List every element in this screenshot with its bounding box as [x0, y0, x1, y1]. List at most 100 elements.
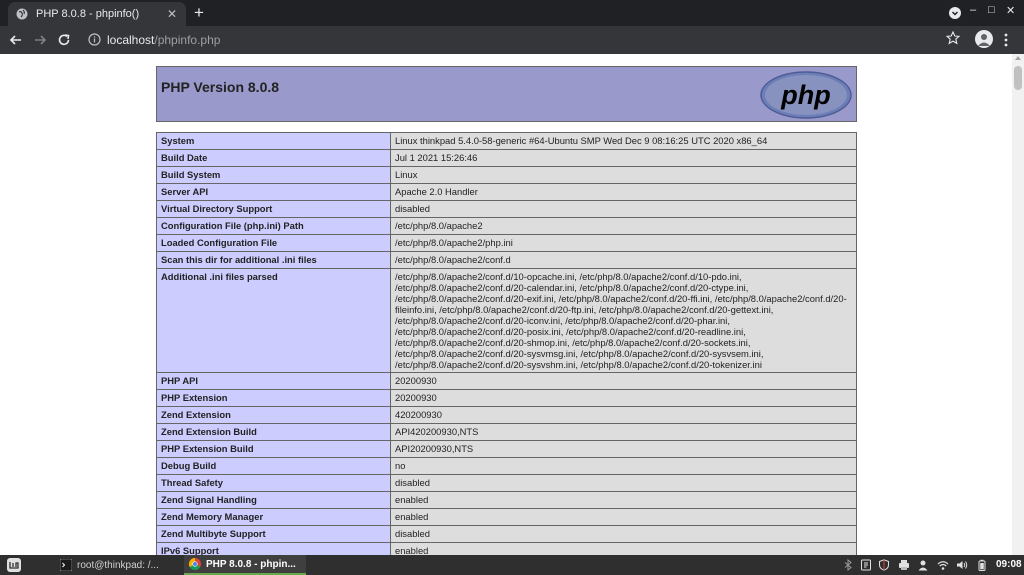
info-key: Server API: [156, 183, 391, 201]
info-key: Additional .ini files parsed: [156, 268, 391, 373]
scrollbar-thumb[interactable]: [1014, 66, 1022, 90]
taskbar-item-terminal[interactable]: root@thinkpad: /...: [56, 555, 178, 575]
profile-avatar[interactable]: [975, 30, 993, 48]
table-row: Build Date Jul 1 2021 15:26:46: [156, 149, 857, 167]
page-scrollbar[interactable]: [1012, 54, 1024, 555]
info-key: PHP Extension Build: [156, 440, 391, 458]
taskbar-item-chrome[interactable]: PHP 8.0.8 - phpin...: [184, 555, 306, 575]
mint-menu-icon[interactable]: [6, 557, 22, 573]
forward-arrow-icon[interactable]: [31, 31, 49, 49]
table-row: PHP Extension 20200930: [156, 389, 857, 407]
taskbar-clock: 09:08: [996, 559, 1022, 570]
info-key: Build System: [156, 166, 391, 184]
table-row: Build System Linux: [156, 166, 857, 184]
reload-icon[interactable]: [55, 31, 73, 49]
info-key: Zend Signal Handling: [156, 491, 391, 509]
table-row: IPv6 Support enabled: [156, 542, 857, 555]
globe-icon: [16, 8, 28, 20]
window-close-button[interactable]: ✕: [1006, 4, 1015, 17]
info-key: Thread Safety: [156, 474, 391, 492]
table-row: System Linux thinkpad 5.4.0-58-generic #6…: [156, 132, 857, 150]
info-value: API20200930,NTS: [390, 440, 857, 458]
menu-kebab-icon[interactable]: [1003, 31, 1009, 49]
info-key: Scan this dir for additional .ini files: [156, 251, 391, 269]
info-key: Build Date: [156, 149, 391, 167]
info-value: Linux: [390, 166, 857, 184]
info-value: no: [390, 457, 857, 475]
tab-title: PHP 8.0.8 - phpinfo(): [36, 8, 140, 20]
page-title: PHP Version 8.0.8: [161, 79, 280, 95]
info-value: Apache 2.0 Handler: [390, 183, 857, 201]
info-value: 20200930: [390, 372, 857, 390]
info-value: /etc/php/8.0/apache2/conf.d: [390, 251, 857, 269]
table-row: Additional .ini files parsed/etc/php/8.0…: [156, 268, 857, 373]
taskbar-chrome-label: PHP 8.0.8 - phpin...: [206, 558, 296, 570]
table-row: Zend Extension 420200930: [156, 406, 857, 424]
info-value: enabled: [390, 508, 857, 526]
table-row: Server API Apache 2.0 Handler: [156, 183, 857, 201]
wifi-icon[interactable]: [937, 559, 949, 571]
php-logo-text: php: [780, 80, 830, 110]
table-row: Zend Memory Manager enabled: [156, 508, 857, 526]
back-arrow-icon[interactable]: [7, 31, 25, 49]
address-bar[interactable]: localhost/phpinfo.php: [82, 29, 972, 51]
table-row: Thread Safety disabled: [156, 474, 857, 492]
info-value: disabled: [390, 525, 857, 543]
shield-icon[interactable]: [878, 559, 890, 571]
user-icon[interactable]: [917, 559, 929, 571]
bookmark-star-icon[interactable]: [946, 31, 960, 45]
tab-close-icon[interactable]: ✕: [166, 7, 178, 21]
info-value: /etc/php/8.0/apache2/php.ini: [390, 234, 857, 252]
info-key: Debug Build: [156, 457, 391, 475]
taskbar-terminal-label: root@thinkpad: /...: [77, 559, 159, 571]
table-row: PHP API 20200930: [156, 372, 857, 390]
info-key: Loaded Configuration File: [156, 234, 391, 252]
browser-tab[interactable]: PHP 8.0.8 - phpinfo() ✕: [8, 2, 186, 26]
info-value: Linux thinkpad 5.4.0-58-generic #64-Ubun…: [390, 132, 857, 150]
info-key: Zend Multibyte Support: [156, 525, 391, 543]
printer-icon[interactable]: [898, 559, 910, 571]
chrome-icon: [189, 558, 201, 570]
info-key: System: [156, 132, 391, 150]
phpinfo-table: System Linux thinkpad 5.4.0-58-generic #6…: [156, 132, 857, 555]
table-row: PHP Extension Build API20200930,NTS: [156, 440, 857, 458]
table-row: Debug Build no: [156, 457, 857, 475]
tab-search-icon[interactable]: [949, 7, 961, 19]
table-row: Virtual Directory Support disabled: [156, 200, 857, 218]
volume-icon[interactable]: [956, 559, 968, 571]
table-row: Loaded Configuration File/etc/php/8.0/ap…: [156, 234, 857, 252]
url-path: /phpinfo.php: [154, 33, 221, 47]
info-value: Jul 1 2021 15:26:46: [390, 149, 857, 167]
info-icon[interactable]: [88, 33, 101, 46]
info-key: PHP Extension: [156, 389, 391, 407]
info-key: Virtual Directory Support: [156, 200, 391, 218]
table-row: Zend Signal Handling enabled: [156, 491, 857, 509]
info-value: disabled: [390, 474, 857, 492]
profile-person-icon: [978, 34, 990, 46]
window-minimize-button[interactable]: –: [970, 4, 976, 16]
info-value: /etc/php/8.0/apache2/conf.d/10-opcache.i…: [390, 268, 857, 373]
browser-tab-bar: PHP 8.0.8 - phpinfo() ✕ + – □ ✕: [0, 0, 1024, 26]
info-key: Zend Memory Manager: [156, 508, 391, 526]
scroll-up-arrow-icon[interactable]: [1015, 56, 1021, 60]
bluetooth-icon[interactable]: [842, 559, 854, 571]
info-value: enabled: [390, 491, 857, 509]
php-logo: php: [760, 71, 852, 119]
info-key: Configuration File (php.ini) Path: [156, 217, 391, 235]
browser-toolbar: localhost/phpinfo.php: [0, 26, 1024, 54]
info-key: IPv6 Support: [156, 542, 391, 555]
url-text[interactable]: localhost/phpinfo.php: [107, 33, 220, 47]
info-value: disabled: [390, 200, 857, 218]
info-value: enabled: [390, 542, 857, 555]
info-key: Zend Extension Build: [156, 423, 391, 441]
info-value: 20200930: [390, 389, 857, 407]
table-row: Zend Extension Build API420200930,NTS: [156, 423, 857, 441]
window-maximize-button[interactable]: □: [988, 4, 995, 16]
clipboard-icon[interactable]: [860, 559, 872, 571]
new-tab-button[interactable]: +: [194, 3, 204, 23]
url-host: localhost: [107, 33, 155, 47]
php-version-header: PHP Version 8.0.8 php: [156, 66, 857, 122]
page-viewport: PHP Version 8.0.8 php System Linux thinkp…: [0, 54, 1012, 555]
battery-icon[interactable]: [976, 559, 988, 571]
info-key: PHP API: [156, 372, 391, 390]
